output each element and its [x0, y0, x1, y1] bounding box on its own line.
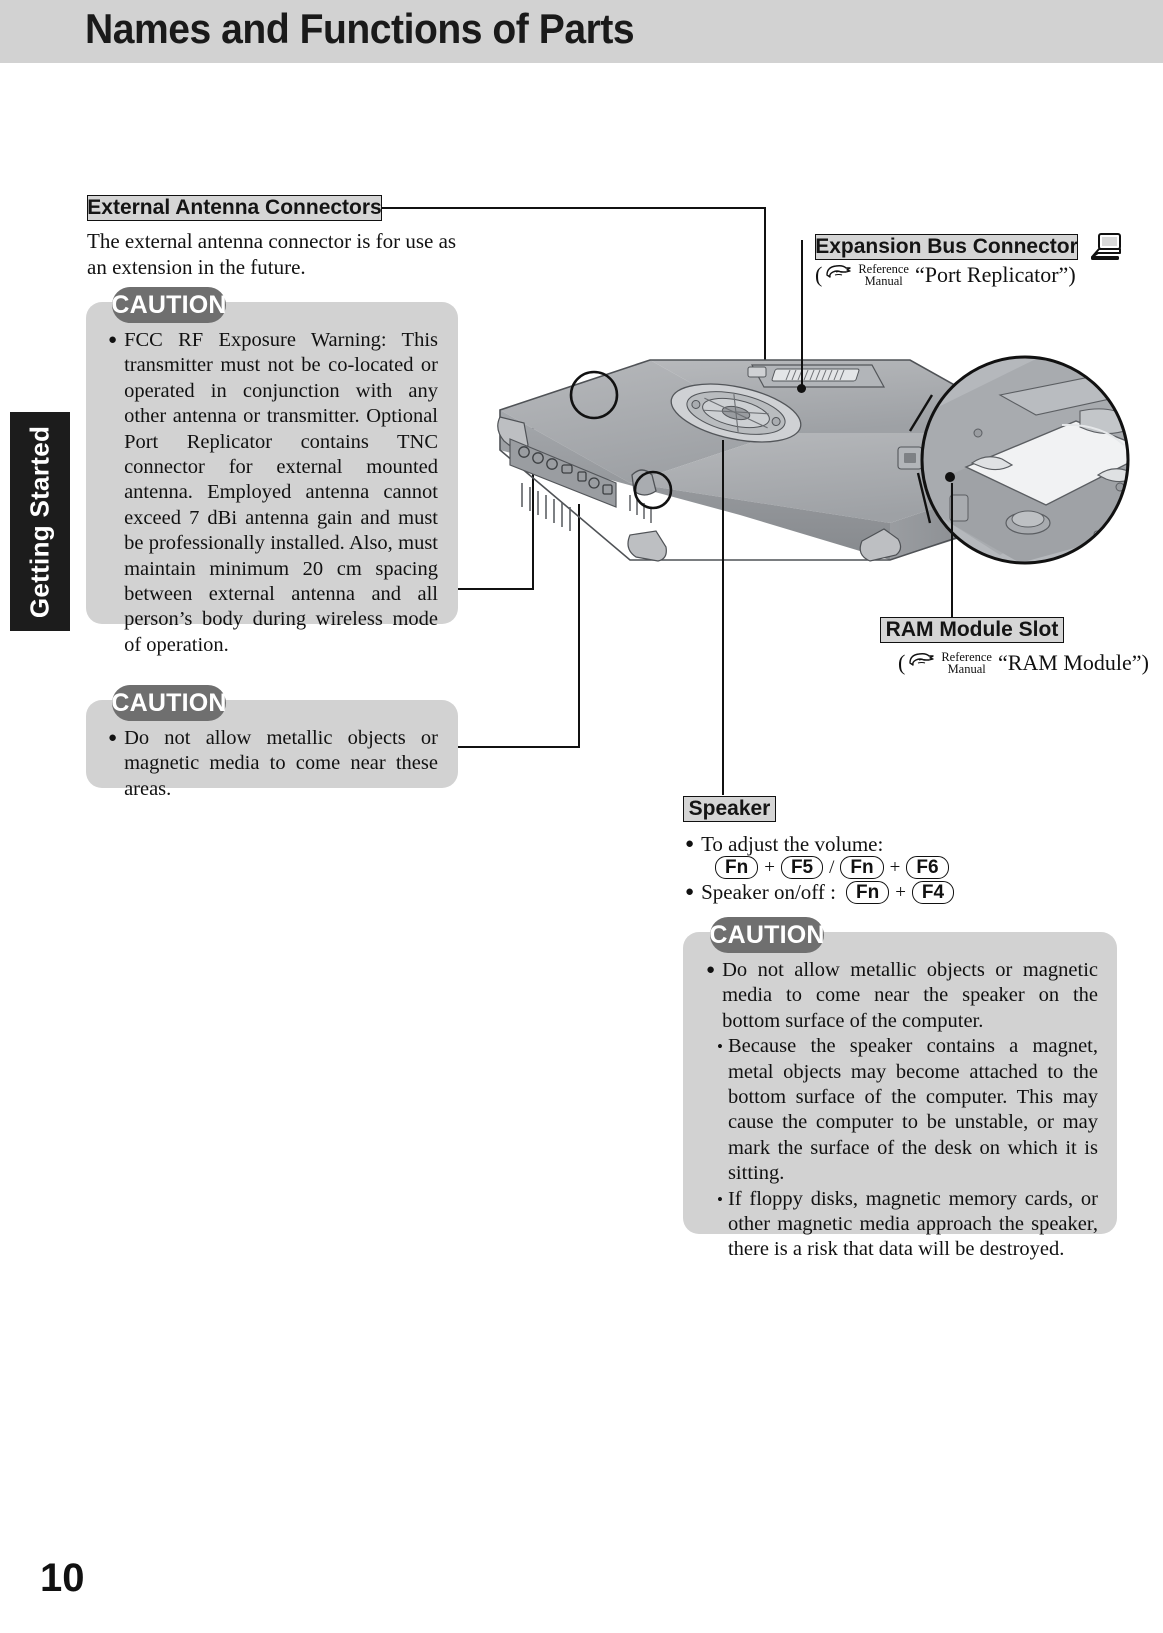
- leader-line-speaker-v: [722, 440, 724, 795]
- ref-open-paren: (: [815, 262, 823, 287]
- caution-text-speaker: ● Do not allow metallic objects or magne…: [706, 958, 1098, 1263]
- bullet-dot-icon: ●: [685, 884, 695, 900]
- reference-manual-tag: Reference Manual: [941, 650, 992, 676]
- caution-badge-antenna: CAUTION: [111, 287, 226, 323]
- sub-bullet-item: • Because the speaker contains a magnet,…: [717, 1034, 1098, 1186]
- bullet-dot-icon: ●: [685, 836, 695, 852]
- reference-manual-tag: Reference Manual: [858, 262, 909, 288]
- label-speaker: Speaker: [683, 796, 776, 822]
- page-number: 10: [40, 1556, 85, 1600]
- speaker-volume-label: To adjust the volume:: [701, 832, 884, 857]
- bullet-item: ● FCC RF Exposure Warning: This transmit…: [108, 328, 438, 658]
- speaker-volume-keys: Fn + F5 / Fn + F6: [712, 856, 952, 879]
- label-external-antenna-connectors: External Antenna Connectors: [87, 195, 382, 221]
- pointing-hand-icon: [907, 650, 937, 676]
- sub-bullet-text: If floppy disks, magnetic memory cards, …: [727, 1187, 1098, 1261]
- sub-bullet-text: Because the speaker contains a magnet, m…: [727, 1035, 1098, 1185]
- caution-text-antenna: ● FCC RF Exposure Warning: This transmit…: [108, 328, 438, 658]
- reference-target: “RAM Module”): [997, 650, 1149, 675]
- bullet-dot-icon: ●: [108, 730, 118, 746]
- bullet-text: Do not allow metallic objects or magneti…: [124, 727, 438, 800]
- leader-line-antenna-h: [382, 207, 766, 209]
- speaker-onoff-label: Speaker on/off :: [701, 880, 836, 905]
- reference-expansion-bus: ( Reference Manual “Port Replicator”): [815, 262, 1076, 288]
- leader-line-ram-v: [951, 483, 953, 620]
- ref-open-paren: (: [898, 650, 906, 675]
- chapter-side-tab-label: Getting Started: [24, 425, 55, 618]
- leader-dot-expansion: [797, 384, 806, 393]
- reference-target: “Port Replicator”): [914, 262, 1076, 287]
- sub-bullet-dot-icon: •: [717, 1189, 723, 1209]
- pointing-hand-icon: [824, 262, 854, 288]
- plus-sign: +: [764, 856, 775, 878]
- bullet-dot-icon: ●: [108, 332, 118, 348]
- key-fn-1[interactable]: Fn: [715, 856, 759, 879]
- caution-text-metallic: ● Do not allow metallic objects or magne…: [108, 726, 438, 802]
- laptop-icon: [1090, 232, 1122, 267]
- plus-sign-2: +: [889, 856, 901, 878]
- speaker-onoff-row: ● Speaker on/off : Fn + F4: [685, 880, 957, 905]
- plus-sign-3: +: [895, 881, 906, 903]
- page-title: Names and Functions of Parts: [85, 5, 635, 52]
- key-fn-2[interactable]: Fn: [840, 856, 884, 879]
- sub-bullet-item: • If floppy disks, magnetic memory cards…: [717, 1187, 1098, 1263]
- bullet-text: FCC RF Exposure Warning: This transmitte…: [124, 329, 438, 656]
- key-separator: /: [829, 856, 835, 878]
- bullet-text: Do not allow metallic objects or magneti…: [722, 959, 1098, 1032]
- sub-bullet-dot-icon: •: [717, 1037, 723, 1057]
- reference-word-bottom: Manual: [947, 662, 986, 676]
- reference-ram-module: ( Reference Manual “RAM Module”): [898, 650, 1149, 676]
- chapter-side-tab: Getting Started: [10, 412, 70, 631]
- key-f6[interactable]: F6: [906, 856, 949, 879]
- key-fn-3[interactable]: Fn: [845, 881, 890, 905]
- leader-line-metallic-h: [458, 746, 580, 748]
- bullet-item: ● Do not allow metallic objects or magne…: [706, 958, 1098, 1034]
- bullet-item: ● Do not allow metallic objects or magne…: [108, 726, 438, 802]
- reference-word-bottom: Manual: [864, 274, 903, 288]
- label-expansion-bus-connector: Expansion Bus Connector: [815, 234, 1078, 260]
- speaker-volume-row: ● To adjust the volume:: [685, 832, 883, 857]
- caution-badge-speaker: CAUTION: [709, 917, 824, 953]
- leader-line-expansion-v: [801, 240, 803, 388]
- label-ram-module-slot: RAM Module Slot: [880, 617, 1064, 643]
- external-antenna-description: The external antenna connector is for us…: [87, 229, 457, 279]
- key-f5[interactable]: F5: [780, 856, 824, 879]
- laptop-bottom-illustration: [480, 355, 1140, 605]
- key-f4[interactable]: F4: [911, 881, 955, 905]
- bullet-dot-icon: ●: [706, 962, 716, 978]
- footer-divider: [0, 1548, 1163, 1550]
- caution-badge-metallic: CAUTION: [111, 685, 226, 721]
